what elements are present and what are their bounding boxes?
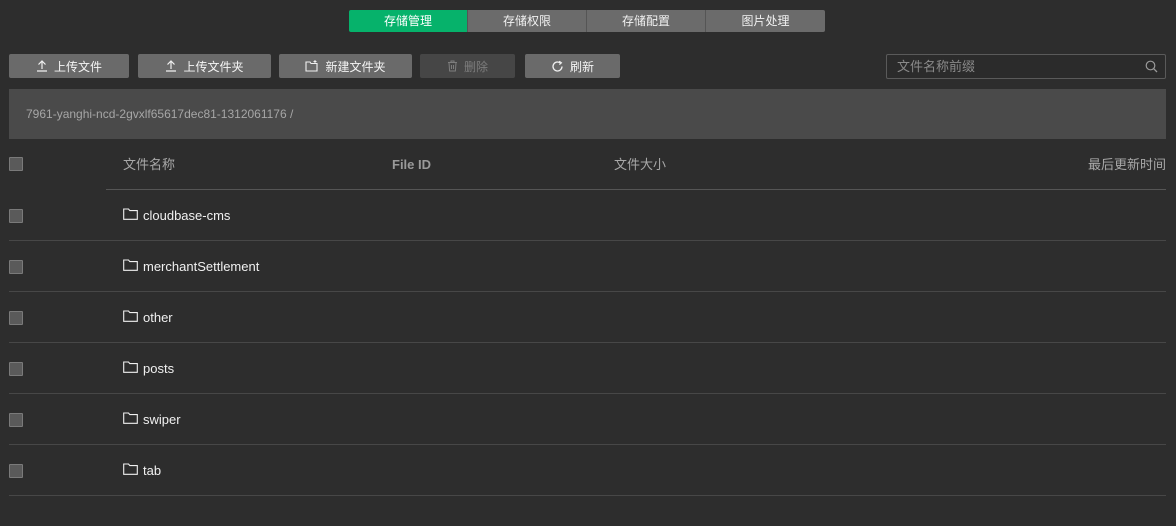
folder-icon [123, 463, 138, 478]
upload-file-button[interactable]: 上传文件 [9, 54, 129, 78]
refresh-label: 刷新 [569, 59, 594, 74]
select-all-checkbox[interactable] [9, 157, 23, 171]
folder-icon [123, 259, 138, 274]
refresh-icon [551, 60, 564, 73]
top-tabs: 存储管理 存储权限 存储配置 图片处理 [349, 10, 825, 32]
new-folder-button[interactable]: 新建文件夹 [279, 54, 412, 78]
upload-icon [165, 60, 177, 72]
folder-name: swiper [143, 412, 181, 427]
folder-name: posts [143, 361, 175, 376]
table-row[interactable]: merchantSettlement [9, 241, 1166, 292]
folder-icon [123, 208, 138, 223]
delete-button[interactable]: 删除 [420, 54, 515, 78]
row-checkbox[interactable] [9, 209, 23, 223]
folder-link[interactable]: other [123, 292, 173, 343]
upload-folder-button[interactable]: 上传文件夹 [138, 54, 271, 78]
tab-storage-management[interactable]: 存储管理 [349, 10, 468, 32]
search-input[interactable] [887, 55, 1147, 78]
refresh-button[interactable]: 刷新 [525, 54, 620, 78]
breadcrumb: 7961-yanghi-ncd-2gvxlf65617dec81-1312061… [9, 89, 1166, 139]
folder-name: other [143, 310, 173, 325]
upload-file-label: 上传文件 [53, 59, 102, 74]
row-checkbox[interactable] [9, 362, 23, 376]
table-row[interactable]: tab [9, 445, 1166, 496]
search-icon[interactable] [1145, 60, 1158, 78]
column-header-size[interactable]: 文件大小 [614, 139, 666, 190]
trash-icon [447, 60, 458, 72]
upload-icon [36, 60, 48, 72]
column-header-file-id: File ID [392, 157, 432, 172]
upload-folder-label: 上传文件夹 [183, 59, 244, 74]
new-folder-icon [305, 60, 319, 72]
table-row[interactable]: posts [9, 343, 1166, 394]
table-row[interactable]: swiper [9, 394, 1166, 445]
table-row[interactable]: cloudbase-cms [9, 190, 1166, 241]
folder-link[interactable]: merchantSettlement [123, 241, 259, 292]
folder-link[interactable]: swiper [123, 394, 181, 445]
row-checkbox[interactable] [9, 413, 23, 427]
folder-link[interactable]: cloudbase-cms [123, 190, 230, 241]
column-header-name[interactable]: 文件名称 [123, 139, 175, 190]
folder-name: cloudbase-cms [143, 208, 231, 223]
search-box [886, 54, 1166, 79]
folder-icon [123, 412, 138, 427]
folder-link[interactable]: posts [123, 343, 174, 394]
delete-label: 删除 [463, 59, 488, 74]
tab-storage-config[interactable]: 存储配置 [587, 10, 706, 32]
tab-storage-permissions[interactable]: 存储权限 [468, 10, 587, 32]
storage-manager: 存储管理 存储权限 存储配置 图片处理 上传文件 上传文件夹 新建文件夹 删除 … [0, 0, 1176, 526]
row-checkbox[interactable] [9, 311, 23, 325]
folder-name: merchantSettlement [143, 259, 260, 274]
folder-icon [123, 310, 138, 325]
column-header-updated[interactable]: 最后更新时间 [1088, 139, 1166, 190]
table-row[interactable]: other [9, 292, 1166, 343]
folder-name: tab [143, 463, 162, 478]
new-folder-label: 新建文件夹 [325, 59, 386, 74]
row-checkbox[interactable] [9, 464, 23, 478]
tab-image-processing[interactable]: 图片处理 [706, 10, 825, 32]
row-checkbox[interactable] [9, 260, 23, 274]
table-header: 文件名称 File ID 文件大小 最后更新时间 [9, 139, 1166, 190]
folder-link[interactable]: tab [123, 445, 161, 496]
folder-icon [123, 361, 138, 376]
